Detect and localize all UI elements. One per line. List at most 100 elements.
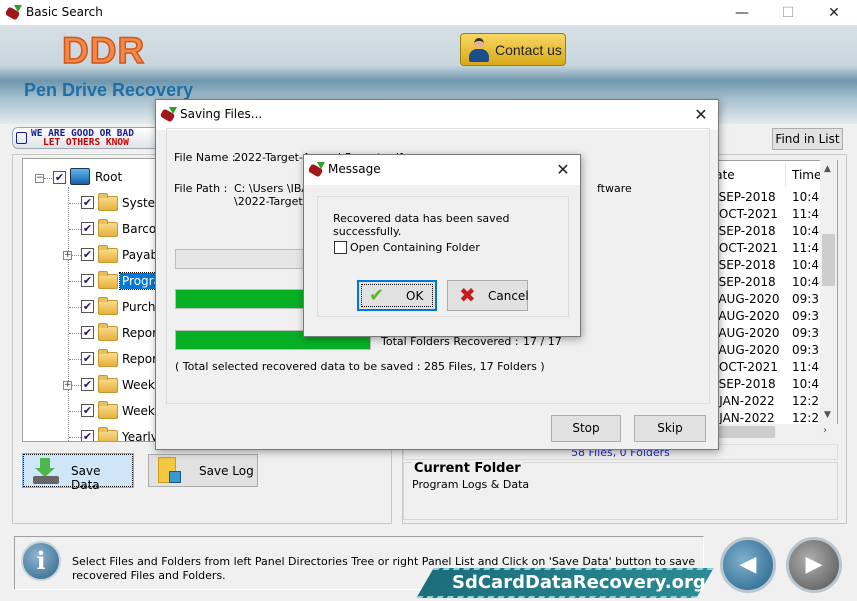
find-in-list-button[interactable]: Find in List (772, 128, 843, 150)
saving-dialog-titlebar: Saving Files... ✕ (156, 100, 718, 130)
list-row[interactable]: 25-SEP-2018 10:46 (706, 377, 827, 394)
tree-item[interactable]: +✔Payable (23, 245, 161, 265)
save-drive-icon (33, 458, 59, 484)
site-logo[interactable]: SdCardDataRecovery.org (452, 572, 706, 593)
folder-icon (98, 401, 118, 419)
list-vertical-scrollbar[interactable]: ▲ ▼ (820, 160, 837, 424)
root-checkbox[interactable]: ✔ (53, 171, 66, 184)
file-name-label: File Name : (174, 151, 236, 164)
cancel-button[interactable]: ✖ Cancel (447, 280, 529, 311)
expand-icon[interactable]: + (63, 381, 72, 390)
file-list[interactable]: Date Time 25-SEP-2018 10:46 22-OCT-2021 11:… (705, 160, 838, 440)
column-header-time[interactable]: Time (792, 168, 821, 182)
tree-item[interactable]: ✔System (23, 193, 161, 213)
skip-button[interactable]: Skip (634, 415, 706, 442)
message-dialog: Message ✕ Recovered data has been saved … (303, 154, 581, 337)
list-row[interactable]: 25-SEP-2018 10:46 (706, 224, 827, 241)
next-button[interactable]: ▶ (786, 537, 842, 593)
ok-button[interactable]: ✔ OK (357, 280, 437, 311)
file-path-value-line1: C: \Users \IBA (234, 182, 309, 195)
tree-item[interactable]: ✔Purchase (23, 297, 161, 317)
collapse-icon[interactable]: − (35, 174, 44, 183)
current-file-progress (175, 249, 315, 269)
tree-item-checkbox[interactable]: ✔ (81, 196, 94, 209)
tree-item[interactable]: ✔ Yearly (23, 427, 161, 441)
open-folder-label[interactable]: Open Containing Folder (350, 241, 480, 254)
contact-us-button[interactable]: Contact us (460, 33, 566, 66)
scroll-right-icon[interactable]: › (823, 425, 827, 436)
minimize-button[interactable]: — (719, 0, 765, 26)
feedback-line2: LET OTHERS KNOW (43, 137, 129, 148)
tree-item-checkbox[interactable]: ✔ (81, 300, 94, 313)
tree-item-checkbox[interactable]: ✔ (81, 352, 94, 365)
tree-item-checkbox[interactable]: ✔ (81, 430, 94, 441)
folder-icon (98, 271, 118, 289)
tree-item[interactable]: ✔Reports (23, 349, 161, 369)
close-button[interactable]: ✕ (811, 0, 857, 26)
folder-icon (98, 219, 118, 237)
save-log-button[interactable]: Save Log (148, 454, 258, 487)
scroll-thumb[interactable] (822, 234, 835, 286)
list-row[interactable]: 22-OCT-2021 11:46 (706, 207, 827, 224)
folder-icon (98, 193, 118, 211)
list-row[interactable]: 25-SEP-2018 10:46 (706, 275, 827, 292)
file-path-value-line2: \2022-Target- (234, 195, 307, 208)
tree-item-checkbox[interactable]: ✔ (81, 274, 94, 287)
save-summary: ( Total selected recovered data to be sa… (175, 360, 545, 373)
tree-item-checkbox[interactable]: ✔ (81, 222, 94, 235)
current-folder-value: Program Logs & Data (412, 478, 530, 491)
maximize-button[interactable]: ☐ (765, 0, 811, 26)
scroll-down-icon[interactable]: ▼ (824, 410, 831, 420)
tree-item-checkbox[interactable]: ✔ (81, 378, 94, 391)
tree-item-checkbox[interactable]: ✔ (81, 326, 94, 339)
cancel-label: Cancel (488, 289, 529, 303)
ddr-logo: DDR (61, 29, 146, 72)
info-icon: i (21, 541, 61, 581)
stop-button[interactable]: Stop (551, 415, 621, 442)
list-row[interactable]: 22-OCT-2021 11:46 (706, 360, 827, 377)
list-row[interactable]: 22-OCT-2021 11:46 (706, 241, 827, 258)
window-title: Basic Search (26, 5, 103, 19)
saving-dialog-title: Saving Files... (180, 107, 263, 121)
tree-item[interactable]: ✔ Weekly (23, 401, 161, 421)
list-row[interactable]: 29-JAN-2022 12:22 (706, 394, 827, 411)
scroll-up-icon[interactable]: ▲ (824, 164, 831, 174)
back-arrow-icon: ◀ (739, 552, 757, 577)
next-arrow-icon: ▶ (805, 552, 823, 577)
tree-item[interactable]: + ✔ Weekly (23, 375, 161, 395)
app-icon (159, 107, 177, 123)
tree-item[interactable]: ✔Barcode (23, 219, 161, 239)
log-file-icon (158, 457, 182, 485)
open-folder-checkbox[interactable] (334, 241, 347, 254)
tree-item[interactable]: ✔Program Logs & Data (23, 271, 161, 291)
list-row[interactable]: 22-AUG-2020 09:32 (706, 309, 827, 326)
folder-icon (98, 245, 118, 263)
expand-icon[interactable]: + (63, 251, 72, 260)
saving-dialog-close-button[interactable]: ✕ (684, 100, 718, 130)
tree-item[interactable]: ✔Reports (23, 323, 161, 343)
file-path-value-tail: ftware (597, 182, 632, 195)
list-horizontal-scrollbar[interactable]: › (705, 424, 838, 440)
back-button[interactable]: ◀ (720, 537, 776, 593)
list-row[interactable]: 25-SEP-2018 10:46 (706, 258, 827, 275)
save-data-button[interactable]: Save Data (22, 453, 134, 492)
tree-root-label[interactable]: Root (95, 170, 122, 184)
list-row[interactable]: 22-AUG-2020 09:32 (706, 343, 827, 360)
list-row[interactable]: 22-AUG-2020 09:32 (706, 326, 827, 343)
person-icon (469, 38, 489, 62)
thumbs-up-icon (16, 132, 27, 144)
tree-item-label[interactable]: Yearly (120, 429, 160, 441)
list-row[interactable]: 22-AUG-2020 09:32 (706, 292, 827, 309)
message-text: Recovered data has been saved successful… (333, 212, 510, 238)
tree-item-checkbox[interactable]: ✔ (81, 248, 94, 261)
list-row[interactable]: 25-SEP-2018 10:46 (706, 190, 827, 207)
message-dialog-close-button[interactable]: ✕ (546, 155, 580, 185)
directory-tree[interactable]: − ✔ Root ✔System✔Barcode+✔Payable✔Progra… (22, 158, 162, 442)
message-dialog-titlebar: Message ✕ (304, 155, 580, 185)
current-folder-title: Current Folder (412, 461, 523, 476)
checkmark-icon: ✔ (369, 285, 385, 306)
file-path-label: File Path : (174, 182, 228, 195)
ok-label: OK (406, 289, 424, 303)
tree-item-checkbox[interactable]: ✔ (81, 404, 94, 417)
folder-icon (98, 427, 118, 441)
